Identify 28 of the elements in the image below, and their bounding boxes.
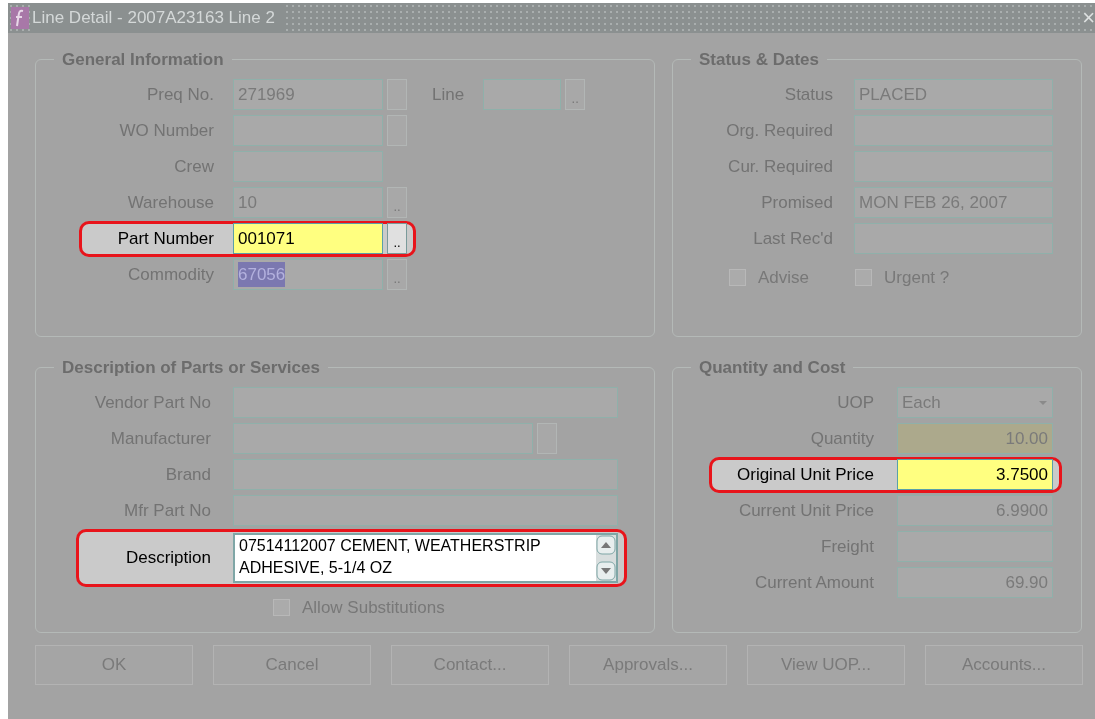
field-label: Description xyxy=(125,546,211,569)
caret-icon xyxy=(1038,399,1048,406)
field-label: Part Number xyxy=(117,227,214,250)
list-button[interactable]: .. xyxy=(387,259,407,290)
input-field[interactable] xyxy=(233,151,383,182)
app-logo-icon xyxy=(11,7,29,29)
input-field[interactable] xyxy=(854,223,1053,254)
input-field[interactable]: 001071 xyxy=(233,223,383,254)
input-field[interactable] xyxy=(483,79,562,110)
description-field[interactable]: 07514112007 CEMENT, WEATHERSTRIP ADHESIVE, 5-1/4 OZ xyxy=(233,532,618,583)
input-field[interactable] xyxy=(854,115,1053,146)
input-field[interactable] xyxy=(233,423,533,454)
field-label: Original Unit Price xyxy=(737,463,874,486)
input-field[interactable] xyxy=(897,531,1053,562)
input-field[interactable] xyxy=(233,115,383,146)
scroll-down-icon[interactable] xyxy=(596,560,616,581)
scrollbar[interactable] xyxy=(596,534,616,581)
input-field[interactable] xyxy=(854,151,1053,182)
input-field[interactable]: 67056 xyxy=(233,259,383,290)
input-field[interactable] xyxy=(233,387,618,418)
list-button[interactable]: .. xyxy=(565,79,586,110)
input-field[interactable] xyxy=(233,459,618,490)
window-title: Line Detail - 2007A23163 Line 2 xyxy=(32,5,283,31)
input-field[interactable]: 3.7500 xyxy=(897,459,1053,490)
list-button[interactable]: .. xyxy=(387,223,407,254)
input-field[interactable] xyxy=(233,495,618,526)
list-button[interactable]: .. xyxy=(387,187,407,218)
scroll-up-icon[interactable] xyxy=(596,534,616,555)
